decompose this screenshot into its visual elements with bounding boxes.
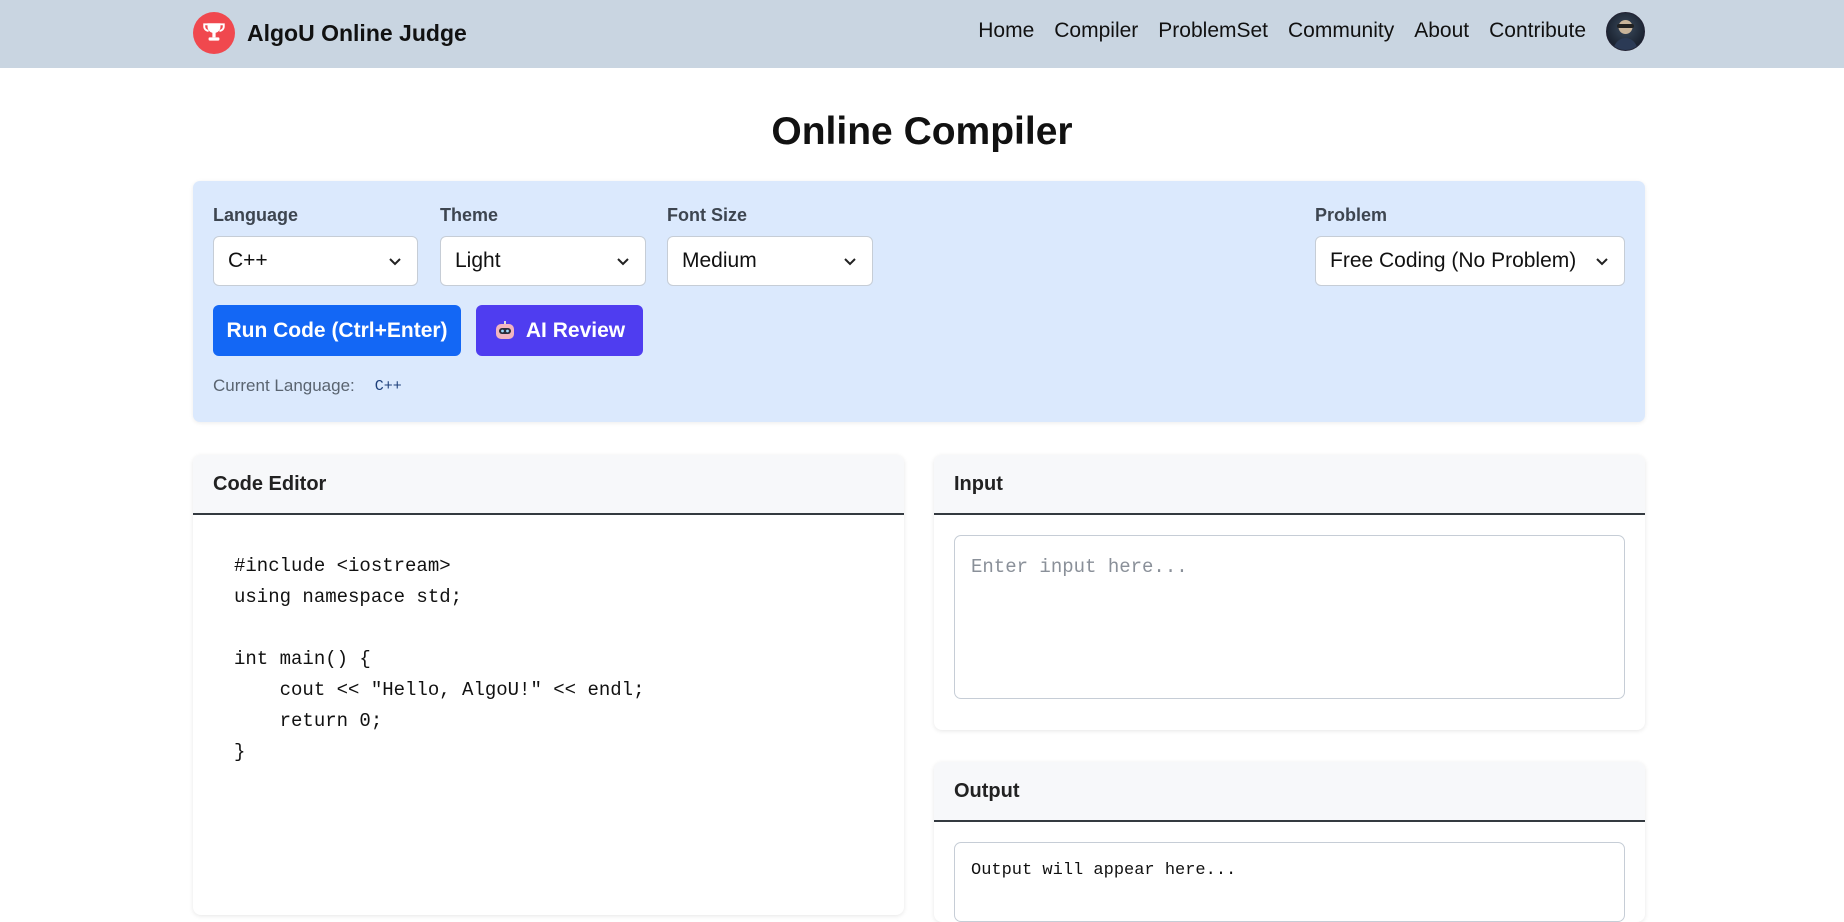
user-avatar[interactable] <box>1606 11 1645 51</box>
nav-contribute-link[interactable]: Contribute <box>1489 19 1586 43</box>
font-size-select-value: Medium <box>682 249 757 272</box>
font-size-select[interactable]: Medium <box>667 236 873 286</box>
page-title: Online Compiler <box>771 110 1073 153</box>
controls-panel: Language C++ Theme Light Font Size Mediu… <box>193 181 1645 422</box>
code-editor-card: Code Editor #include <iostream> using na… <box>193 455 904 915</box>
language-label: Language <box>213 205 299 225</box>
input-textarea[interactable]: Enter input here... <box>954 535 1625 699</box>
ai-review-button[interactable]: AI Review <box>476 305 643 356</box>
nav-problemset-link[interactable]: ProblemSet <box>1158 19 1268 43</box>
trophy-icon <box>193 12 235 54</box>
problem-field: Problem Free Coding (No Problem) <box>1315 205 1625 286</box>
brand[interactable]: AlgoU Online Judge <box>193 12 467 54</box>
problem-select-value: Free Coding (No Problem) <box>1330 249 1577 272</box>
nav-links: Home Compiler ProblemSet Community About… <box>978 0 1645 62</box>
navbar: AlgoU Online Judge Home Compiler Problem… <box>0 0 1844 68</box>
chevron-down-icon <box>617 258 629 266</box>
language-field: Language C++ <box>213 205 418 286</box>
output-box: Output will appear here... <box>954 842 1625 922</box>
nav-home-link[interactable]: Home <box>978 19 1034 43</box>
output-card: Output Output will appear here... <box>934 762 1645 922</box>
run-code-button-label: Run Code (Ctrl+Enter) <box>226 318 448 342</box>
output-header: Output <box>934 762 1645 822</box>
theme-label: Theme <box>440 205 499 225</box>
robot-icon <box>495 320 514 339</box>
chevron-down-icon <box>844 258 856 266</box>
font-size-field: Font Size Medium <box>667 205 873 286</box>
code-editor[interactable]: #include <iostream> using namespace std;… <box>193 515 904 768</box>
nav-community-link[interactable]: Community <box>1288 19 1394 43</box>
language-select-value: C++ <box>228 249 268 272</box>
code-editor-header: Code Editor <box>193 455 904 515</box>
nav-about-link[interactable]: About <box>1414 19 1469 43</box>
current-language: Current Language: C++ <box>213 376 402 396</box>
chevron-down-icon <box>389 258 401 266</box>
chevron-down-icon <box>1596 258 1608 266</box>
ai-review-button-label: AI Review <box>525 318 626 342</box>
current-language-label: Current Language: <box>213 376 355 395</box>
font-size-label: Font Size <box>667 205 747 225</box>
input-card: Input Enter input here... <box>934 455 1645 730</box>
theme-field: Theme Light <box>440 205 646 286</box>
nav-compiler-link[interactable]: Compiler <box>1054 19 1138 43</box>
current-language-value: C++ <box>374 377 402 395</box>
theme-select[interactable]: Light <box>440 236 646 286</box>
theme-select-value: Light <box>455 249 501 272</box>
language-select[interactable]: C++ <box>213 236 418 286</box>
problem-label: Problem <box>1315 205 1388 225</box>
brand-name: AlgoU Online Judge <box>247 19 467 46</box>
problem-select[interactable]: Free Coding (No Problem) <box>1315 236 1625 286</box>
input-header: Input <box>934 455 1645 515</box>
run-code-button[interactable]: Run Code (Ctrl+Enter) <box>213 305 461 356</box>
